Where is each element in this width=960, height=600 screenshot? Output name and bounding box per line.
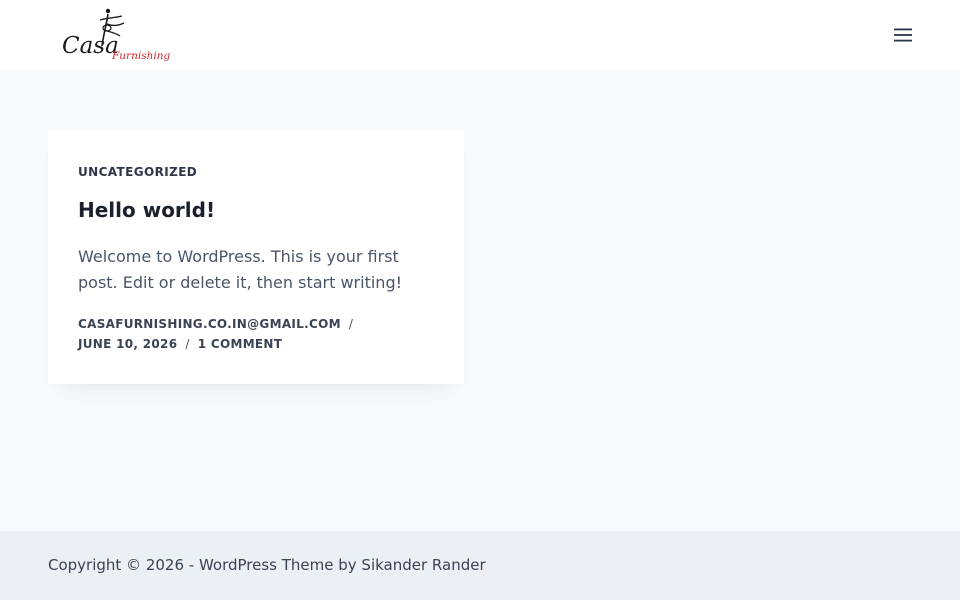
logo-text-main: Casa: [62, 33, 119, 59]
site-logo[interactable]: Casa Furnishing: [60, 6, 170, 66]
post-comments-link[interactable]: 1 COMMENT: [198, 334, 283, 354]
post-card: UNCATEGORIZED Hello world! Welcome to Wo…: [48, 129, 464, 384]
site-footer: Copyright © 2026 - WordPress Theme by Si…: [0, 531, 960, 600]
post-category-link[interactable]: UNCATEGORIZED: [78, 165, 197, 179]
menu-toggle-button[interactable]: [888, 22, 918, 48]
logo-text-sub: Furnishing: [111, 50, 170, 62]
post-excerpt: Welcome to WordPress. This is your first…: [78, 247, 403, 292]
meta-separator: /: [348, 317, 354, 331]
post-title[interactable]: Hello world!: [78, 198, 434, 222]
post-author-link[interactable]: CASAFURNISHING.CO.IN@GMAIL.COM: [78, 314, 341, 334]
site-header: Casa Furnishing: [0, 0, 960, 71]
casa-furnishing-logo-icon: Casa Furnishing: [62, 8, 170, 62]
meta-separator: /: [185, 337, 190, 351]
post-date: JUNE 10, 2026: [78, 337, 178, 351]
post-meta: CASAFURNISHING.CO.IN@GMAIL.COM / JUNE 10,…: [78, 314, 378, 354]
hamburger-menu-icon: [894, 28, 912, 42]
main-content: UNCATEGORIZED Hello world! Welcome to Wo…: [0, 71, 960, 531]
footer-copyright: Copyright © 2026 - WordPress Theme by Si…: [48, 556, 486, 574]
